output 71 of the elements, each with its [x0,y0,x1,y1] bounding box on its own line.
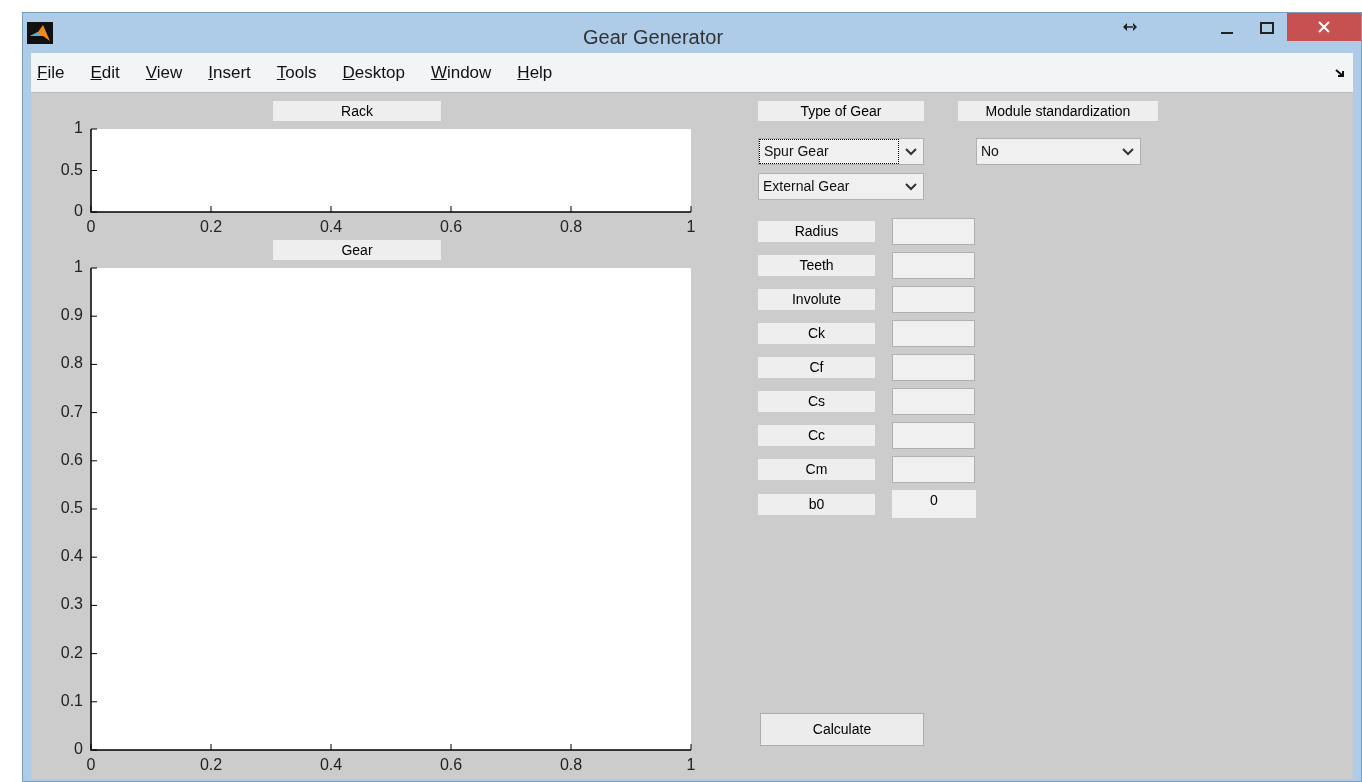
menu-item[interactable]: Help [517,59,553,86]
parameter-label: Ck [758,323,875,344]
parameter-field[interactable] [892,252,975,279]
parameter-field[interactable]: 0 [892,490,976,518]
app-logo-icon [27,22,53,44]
tick-label: 0.6 [60,450,83,468]
tick-label: 0.8 [559,218,583,235]
type-of-gear-label: Type of Gear [758,101,924,121]
tick-label: 0.1 [60,691,83,709]
parameter-field[interactable] [892,388,975,415]
tick-label: 1 [686,756,696,773]
tick-label: 1 [686,218,696,235]
parameter-field[interactable] [892,286,975,313]
tick-label: 0.4 [60,547,83,565]
chevron-down-icon [1122,147,1134,156]
parameter-field[interactable] [892,422,975,449]
parameter-label: Radius [758,221,875,242]
menu-item[interactable]: File [37,59,65,86]
parameter-label: Cc [758,425,875,446]
tick-label: 0.2 [199,756,223,773]
resize-arrows-icon [1123,23,1137,31]
parameter-label: b0 [758,493,875,515]
chevron-down-icon [905,182,917,191]
parameter-label: Involute [758,289,875,310]
tick-label: 0.2 [60,643,83,661]
parameter-label: Teeth [758,255,875,276]
tick-label: 0 [86,218,96,235]
dropdown[interactable]: No [976,138,1141,165]
tick-label: 0 [74,740,83,757]
tick-label: 0.7 [60,402,83,420]
tick-label: 1 [74,121,83,136]
parameter-field[interactable] [892,320,975,347]
plot-title: Gear [273,240,441,260]
tick-label: 0.4 [319,756,343,773]
tick-label: 1 [74,260,83,275]
tick-label: 0.5 [60,499,83,516]
tick-label: 0.5 [60,160,83,178]
menu-item[interactable]: Desktop [342,59,405,86]
menu-item[interactable]: Tools [276,59,317,86]
close-button[interactable] [1287,13,1361,41]
dropdown[interactable]: Spur Gear [758,138,924,165]
parameter-field[interactable] [892,354,975,381]
menu-item[interactable]: Edit [90,59,120,86]
menu-item[interactable]: Window [430,59,492,86]
parameter-label: Cf [758,357,875,378]
calculate-button[interactable]: Calculate [760,713,924,746]
parameter-field[interactable] [892,456,975,483]
tick-label: 0.8 [60,354,83,372]
chevron-down-icon [905,147,917,156]
tick-label: 0.8 [559,756,583,773]
dropdown[interactable]: External Gear [758,173,924,200]
maximize-icon [1260,22,1274,34]
tick-label: 0.3 [60,595,83,613]
menu-item[interactable]: View [145,59,183,86]
parameter-label: Cm [758,459,875,480]
minimize-icon [1221,31,1233,34]
tick-label: 0.9 [60,306,83,324]
tick-label: 0.6 [439,218,463,235]
parameter-field[interactable] [892,218,975,245]
tick-label: 0.2 [199,218,223,235]
close-icon [1318,21,1330,33]
module-standardization-label: Module standardization [958,101,1158,121]
tick-label: 0.6 [439,756,463,773]
plot-title: Rack [273,101,441,121]
tick-label: 0.4 [319,218,343,235]
dock-arrow-icon [1335,67,1345,78]
parameter-label: Cs [758,391,875,412]
menu-item[interactable]: Insert [208,59,251,86]
tick-label: 0 [86,756,96,773]
window-title: Gear Generator [583,25,724,50]
tick-label: 0 [74,202,83,219]
